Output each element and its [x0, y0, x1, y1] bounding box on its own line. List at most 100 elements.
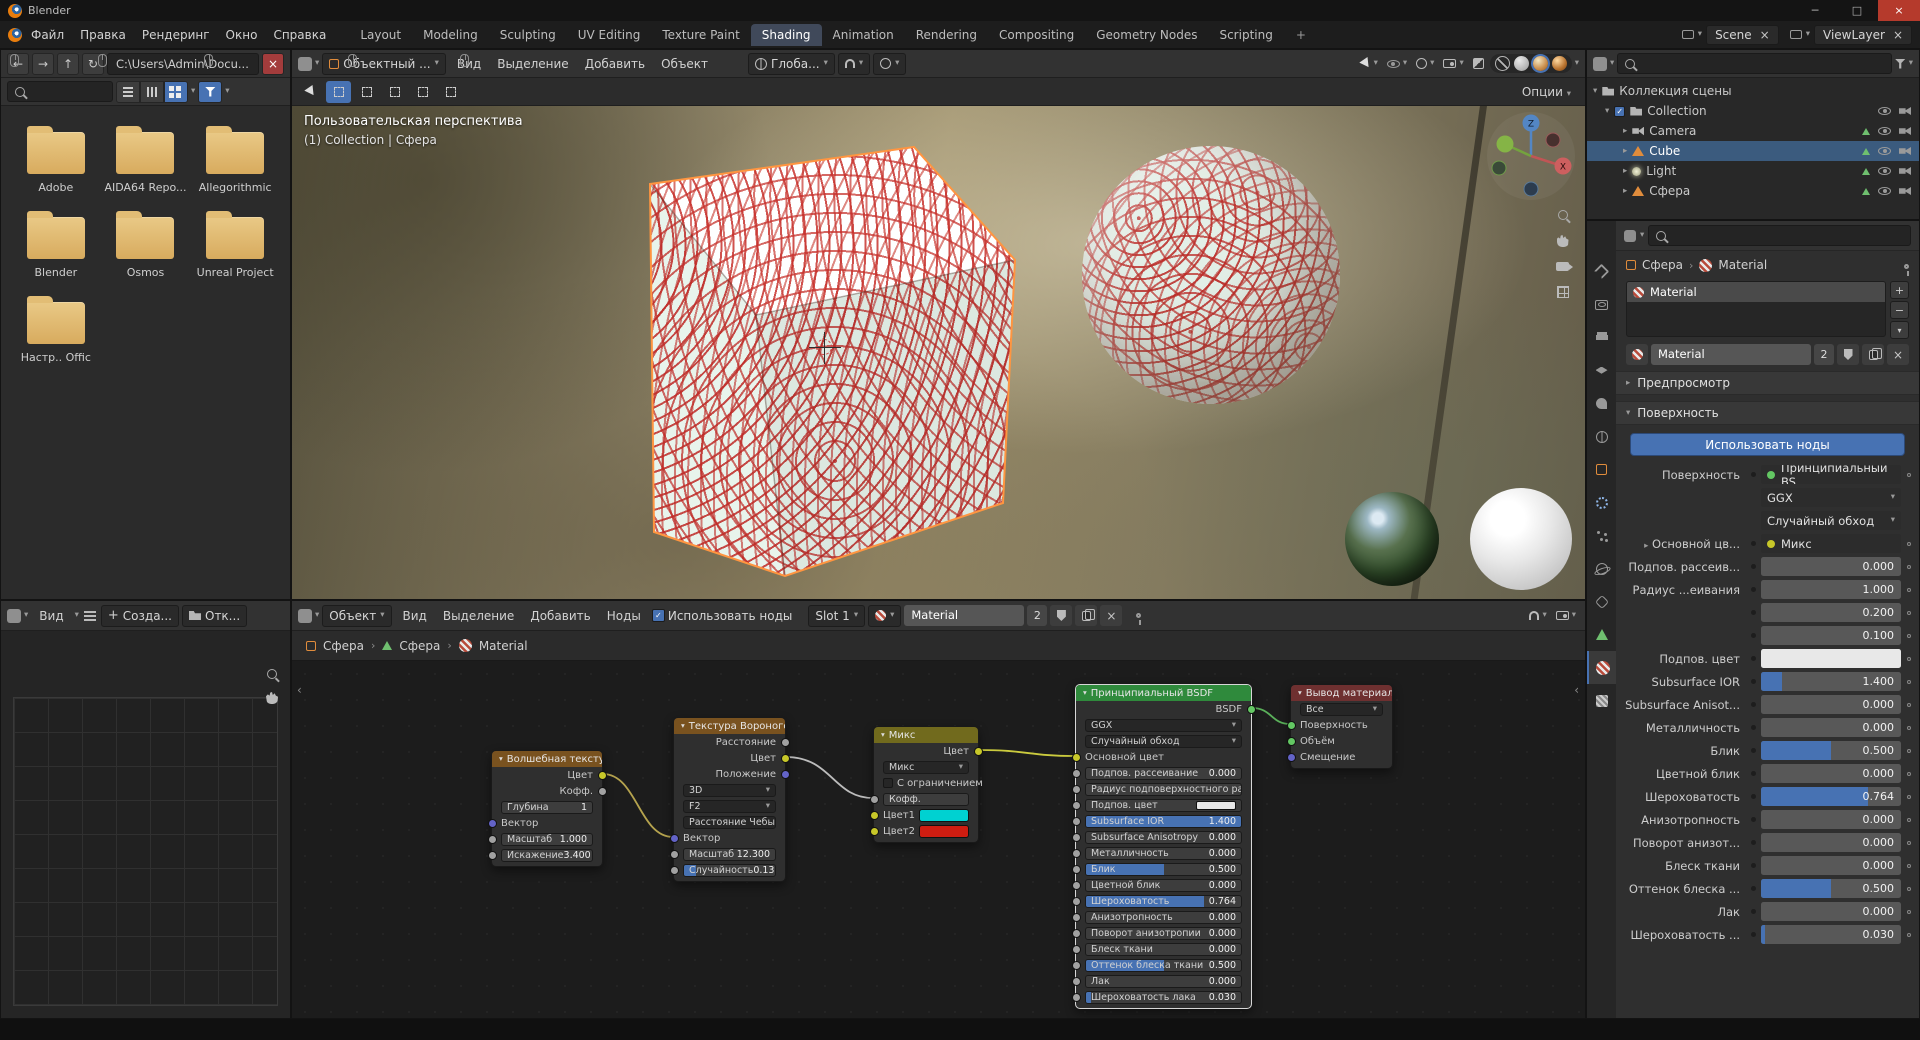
property-slider[interactable]: 0.500: [1761, 741, 1901, 760]
tab-texture[interactable]: [1587, 684, 1616, 717]
animate-dot[interactable]: [1907, 542, 1911, 546]
property-slider[interactable]: 1.000: [1761, 580, 1901, 599]
tab-object[interactable]: [1587, 453, 1616, 486]
use-nodes-button[interactable]: Использовать ноды: [1630, 433, 1905, 456]
target-dropdown[interactable]: Все: [1300, 703, 1383, 716]
animate-dot[interactable]: [1907, 473, 1911, 477]
selectability-dropdown[interactable]: [1358, 59, 1381, 68]
bsdf-param-row[interactable]: Подпов. цвет: [1076, 797, 1251, 813]
use-nodes-checkbox[interactable]: [652, 609, 665, 622]
options-dropdown[interactable]: Опции: [1514, 82, 1579, 102]
viewlayer-selector[interactable]: ViewLayer: [1790, 25, 1912, 45]
folder-item[interactable]: Настр.. Offic: [11, 302, 101, 365]
folder-item[interactable]: Allegorithmic: [190, 132, 280, 195]
socket[interactable]: [1072, 849, 1081, 858]
socket[interactable]: [670, 866, 679, 875]
collapse-icon[interactable]: [1083, 689, 1087, 697]
pin-icon[interactable]: [1904, 264, 1909, 269]
folder-item[interactable]: Osmos: [101, 217, 191, 280]
socket[interactable]: [1072, 993, 1081, 1002]
expander-icon[interactable]: [1623, 186, 1627, 196]
folder-item[interactable]: Adobe: [11, 132, 101, 195]
expander-icon[interactable]: [1623, 126, 1627, 136]
socket[interactable]: [1072, 753, 1081, 762]
rendered-shading-button[interactable]: [1552, 56, 1567, 71]
animate-dot[interactable]: [1907, 680, 1911, 684]
property-slider[interactable]: 0.030: [1761, 925, 1901, 944]
close-button[interactable]: ×: [1878, 0, 1920, 21]
solid-shading-button[interactable]: [1514, 56, 1529, 71]
socket[interactable]: [670, 834, 679, 843]
property-row[interactable]: Шероховатость ... 0.030: [1616, 924, 1911, 945]
camera-view-icon[interactable]: [1556, 262, 1569, 271]
socket[interactable]: [1072, 801, 1081, 810]
property-row[interactable]: Subsurface IOR 1.400: [1616, 671, 1911, 692]
socket[interactable]: [1072, 833, 1081, 842]
users-count-badge[interactable]: 2: [1814, 344, 1834, 365]
bsdf-param-row[interactable]: Анизотропность 0.000: [1076, 909, 1251, 925]
close-icon[interactable]: [1893, 29, 1903, 41]
animate-dot[interactable]: [1907, 611, 1911, 615]
property-slider[interactable]: 0.100: [1761, 626, 1901, 645]
tab-physics[interactable]: [1587, 552, 1616, 585]
socket[interactable]: [870, 795, 879, 804]
tab-view-layer[interactable]: [1587, 354, 1616, 387]
output-socket[interactable]: Положение: [674, 766, 785, 782]
select-mode-invert-button[interactable]: [410, 81, 435, 103]
node-voronoi-texture[interactable]: Текстура Вороного РасстояниеЦветПоложени…: [673, 717, 786, 882]
animate-dot[interactable]: [1907, 910, 1911, 914]
collapse-icon[interactable]: [1298, 689, 1302, 697]
animate-dot[interactable]: [1907, 588, 1911, 592]
breadcrumb-material[interactable]: Material: [479, 639, 528, 653]
outliner-object-row[interactable]: Light: [1587, 161, 1919, 181]
animate-dot[interactable]: [1907, 634, 1911, 638]
scene-selector[interactable]: Scene: [1682, 25, 1779, 45]
zoom-icon[interactable]: [1558, 210, 1568, 220]
shader-menu-item[interactable]: Вид: [395, 606, 435, 626]
property-slider[interactable]: 0.000: [1761, 718, 1901, 737]
animate-dot[interactable]: [1907, 657, 1911, 661]
property-slider[interactable]: 0.000: [1761, 810, 1901, 829]
socket[interactable]: [1072, 769, 1081, 778]
clamp-checkbox-row[interactable]: С ограничением: [874, 775, 978, 791]
tab-modifiers[interactable]: [1587, 486, 1616, 519]
material-slot-list[interactable]: Material: [1626, 281, 1886, 337]
bsdf-param-row[interactable]: Оттенок блеска ткани 0.500: [1076, 957, 1251, 973]
select-mode-intersect-button[interactable]: [438, 81, 463, 103]
open-image-button[interactable]: Отк...: [182, 605, 247, 627]
overlays-dropdown[interactable]: [1440, 59, 1466, 68]
navigation-gizmo[interactable]: Z X: [1485, 110, 1577, 202]
pin-icon[interactable]: [1136, 613, 1141, 618]
collapse-icon[interactable]: [499, 755, 503, 763]
menu-icon[interactable]: [84, 615, 96, 617]
snap-dropdown[interactable]: [1526, 611, 1549, 620]
scale-input[interactable]: Масштаб12.300: [674, 846, 785, 862]
viewport-menu-item[interactable]: Объект: [653, 54, 716, 74]
input-socket-row[interactable]: Объём: [1291, 733, 1392, 749]
workspace-tab[interactable]: Geometry Nodes: [1085, 24, 1208, 46]
distance-metric-dropdown[interactable]: Расстояние Чебы...: [683, 816, 776, 829]
socket[interactable]: [1072, 785, 1081, 794]
socket[interactable]: [1072, 961, 1081, 970]
menu-item[interactable]: Файл: [23, 25, 72, 45]
tab-scene[interactable]: [1587, 387, 1616, 420]
outliner-object-row[interactable]: Cube: [1587, 141, 1919, 161]
cancel-button[interactable]: [262, 53, 284, 75]
node-mix-color[interactable]: Микс Цвет Микс С ограничением Кофф. Цвет…: [873, 726, 979, 843]
color-swatch[interactable]: [1761, 649, 1901, 668]
workspace-tab[interactable]: Texture Paint: [651, 24, 750, 46]
property-slider[interactable]: [1761, 649, 1901, 668]
bsdf-param-row[interactable]: Лак 0.000: [1076, 973, 1251, 989]
property-row[interactable]: Подпов. рассеив... 0.000: [1616, 556, 1911, 577]
property-row[interactable]: Анизотропность 0.000: [1616, 809, 1911, 830]
subsurface-method-dropdown[interactable]: Случайный обход: [1761, 511, 1901, 530]
material-name-field[interactable]: Material: [1651, 344, 1811, 365]
input-socket-row[interactable]: Смещение: [1291, 749, 1392, 765]
minimize-button[interactable]: ─: [1794, 0, 1836, 21]
node-header[interactable]: Текстура Вороного: [674, 718, 785, 734]
property-row[interactable]: Блеск ткани 0.000: [1616, 855, 1911, 876]
scene-collection-row[interactable]: Коллекция сцены: [1587, 81, 1919, 101]
workspace-tab[interactable]: Animation: [822, 24, 905, 46]
directory-path-field[interactable]: C:\Users\Admin\Docu...: [107, 53, 259, 75]
bsdf-param-row[interactable]: Блеск ткани 0.000: [1076, 941, 1251, 957]
